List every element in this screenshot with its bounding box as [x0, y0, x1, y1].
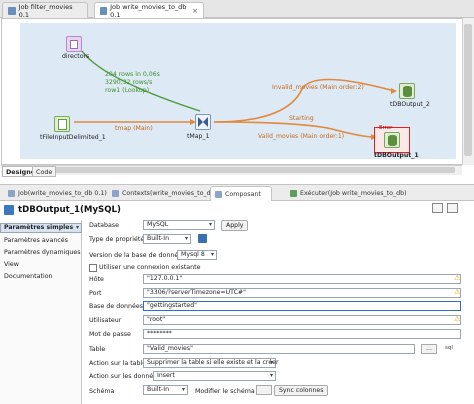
host-field[interactable]: "127.0.0.1": [143, 274, 461, 284]
sync-columns-button[interactable]: Sync colonnes: [274, 385, 329, 396]
property-type-label: Type de propriété: [89, 236, 145, 243]
warning-icon: ⚠: [454, 288, 461, 296]
db-output-2-component[interactable]: [399, 83, 415, 99]
db-version-select[interactable]: Mysql 8: [177, 250, 217, 260]
component-title: tDBOutput_1(MySQL): [4, 205, 121, 215]
db-output-1-label: tDBOutput_1: [374, 152, 419, 159]
database-select[interactable]: MySQL: [143, 220, 215, 230]
file-icon: [70, 40, 78, 49]
edit-schema-button[interactable]: [256, 385, 272, 395]
apply-button[interactable]: Apply: [221, 220, 249, 231]
host-label: Hôte: [89, 276, 104, 283]
lookup-stats: 204 rows in 0,06s 3290,32 rows/s row1 (L…: [105, 71, 160, 95]
port-label: Port: [89, 290, 102, 297]
data-action-label: Action sur les données: [89, 373, 161, 380]
tab-job-filter-movies[interactable]: Job filter_movies 0.1: [2, 2, 88, 19]
maximize-icon[interactable]: [447, 203, 458, 213]
database-icon: [388, 135, 397, 146]
save-icon[interactable]: [198, 234, 207, 243]
warning-icon: ⚠: [454, 274, 461, 282]
tab-label: Job write_movies_to_db 0.1: [110, 2, 187, 19]
directors-label: directors: [62, 53, 90, 60]
valid-flow-label: Valid_movies (Main order:1): [258, 133, 345, 140]
property-type-select[interactable]: Built-In: [143, 234, 191, 244]
table-action-select[interactable]: Supprimer la table si elle existe et la …: [143, 358, 279, 368]
tab-composant[interactable]: Composant: [210, 186, 272, 201]
file-icon: [58, 119, 67, 130]
invalid-flow-label: Invalid_movies (Main order:2): [272, 84, 364, 91]
error-badge: Error: [379, 125, 393, 131]
table-field[interactable]: "Valid_movies": [143, 344, 415, 354]
tab-label: Job(write_movies_to_db 0.1): [18, 190, 107, 197]
password-field[interactable]: ********: [143, 329, 461, 339]
database-label: Database: [89, 222, 120, 229]
database-icon: [403, 86, 412, 97]
starting-label: Starting: [289, 115, 314, 122]
port-field[interactable]: "3306/?serverTimezone=UTC#": [143, 288, 461, 298]
lookup-stat-rate: 3290,32 rows/s: [105, 79, 153, 86]
schema-label: Schéma: [89, 388, 115, 395]
tab-job[interactable]: Job(write_movies_to_db 0.1): [4, 186, 111, 201]
existing-connection-checkbox[interactable]: [89, 264, 97, 272]
tab-label: Exécuter(Job write_movies_to_db): [300, 190, 407, 197]
database-name-field[interactable]: "gettingstarted": [143, 301, 461, 311]
user-field[interactable]: "root": [143, 315, 461, 325]
component-icon: [215, 190, 222, 198]
password-label: Mot de passe: [89, 331, 131, 338]
contexts-icon: [112, 190, 119, 197]
database-icon: [4, 205, 14, 215]
tab-label: Contexts(write_movies_to_db): [122, 190, 218, 197]
database-name-label: Base de données: [89, 303, 144, 310]
table-label: Table: [89, 346, 106, 353]
lookup-stat-rows: 204 rows in 0,06s: [105, 71, 160, 78]
settings-nav: Paramètres simples Paramètres avancés Pa…: [0, 220, 82, 404]
edit-schema-label: Modifier le schéma: [195, 388, 255, 395]
table-browse-button[interactable]: ...: [421, 344, 437, 354]
file-input-component[interactable]: [54, 116, 70, 132]
component-title-text: tDBOutput_1(MySQL): [18, 205, 121, 215]
tmap-component[interactable]: [195, 114, 211, 130]
db-version-label: Version de la base de données: [89, 252, 186, 259]
vertical-scroll-thumb[interactable]: [464, 24, 472, 156]
file-input-label: tFileInputDelimited_1: [40, 134, 106, 141]
horizontal-scroll-thumb[interactable]: [10, 167, 455, 173]
schema-select[interactable]: Built-In: [143, 385, 188, 395]
nav-view[interactable]: View: [0, 259, 82, 270]
job-icon: [8, 190, 15, 197]
sql-icon[interactable]: sql: [445, 345, 453, 351]
nav-basic-settings[interactable]: Paramètres simples: [0, 223, 82, 233]
lookup-stat-name: row1 (Lookup): [105, 87, 150, 94]
tab-executer[interactable]: Exécuter(Job write_movies_to_db): [286, 186, 411, 201]
tab-contexts[interactable]: Contexts(write_movies_to_db): [108, 186, 221, 201]
tab-label: Job filter_movies 0.1: [18, 2, 73, 19]
tab-job-write-movies[interactable]: Job write_movies_to_db 0.1 ×: [94, 2, 204, 19]
tmap-label: tMap_1: [187, 133, 210, 140]
user-label: Utilisateur: [89, 317, 122, 324]
tab-code[interactable]: Code: [32, 166, 57, 177]
main-flow-label: tmap (Main): [115, 125, 153, 132]
job-icon: [8, 6, 16, 15]
warning-icon: ⚠: [454, 315, 461, 323]
directors-component[interactable]: [66, 36, 82, 52]
db-output-1-component[interactable]: [384, 132, 400, 148]
tab-label: Composant: [225, 190, 261, 198]
panel-tab-bar: Job(write_movies_to_db 0.1) Contexts(wri…: [0, 184, 474, 201]
data-action-select[interactable]: Insert: [153, 371, 276, 381]
nav-advanced-settings[interactable]: Paramètres avancés: [0, 235, 82, 246]
run-icon: [290, 190, 297, 197]
job-tab-bar: Job filter_movies 0.1 Job write_movies_t…: [0, 0, 474, 19]
close-icon[interactable]: ×: [192, 7, 198, 15]
nav-documentation[interactable]: Documentation: [0, 271, 82, 282]
job-icon: [100, 6, 108, 15]
existing-connection-label: Utiliser une connexion existante: [99, 264, 201, 271]
db-output-2-label: tDBOutput_2: [390, 101, 430, 108]
tmap-icon: [198, 117, 208, 127]
designer-canvas[interactable]: directors 204 rows in 0,06s 3290,32 rows…: [1, 18, 474, 165]
layout-icon[interactable]: [432, 203, 443, 213]
nav-dynamic-settings[interactable]: Paramètres dynamiques: [0, 247, 82, 258]
table-action-label: Action sur la table: [89, 360, 147, 367]
